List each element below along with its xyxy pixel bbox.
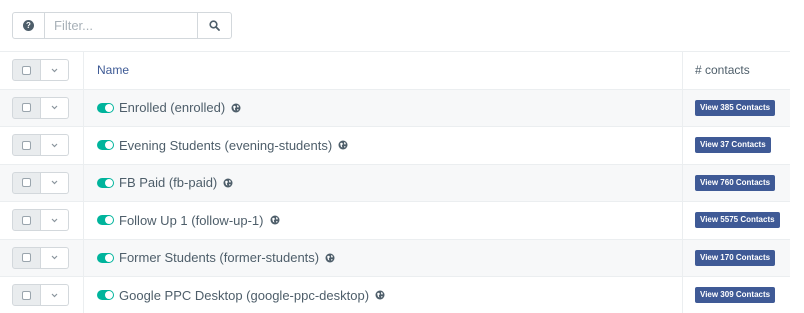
row-checkbox[interactable]: [12, 284, 41, 307]
filter-bar: ?: [12, 12, 232, 39]
table-row: FB Paid (fb-paid) View 760 Contacts: [0, 163, 790, 202]
row-action-group: [12, 171, 69, 194]
contacts-cell: View 170 Contacts: [682, 239, 790, 276]
contacts-cell: View 385 Contacts: [682, 89, 790, 126]
header-contacts-cell: # contacts: [682, 52, 790, 89]
row-actions-dropdown[interactable]: [41, 134, 69, 157]
segment-name-link[interactable]: Google PPC Desktop (google-ppc-desktop): [119, 288, 369, 303]
table-row: Google PPC Desktop (google-ppc-desktop) …: [0, 276, 790, 313]
row-actions-dropdown[interactable]: [41, 96, 69, 119]
table-row: Former Students (former-students) View 1…: [0, 238, 790, 277]
view-contacts-button[interactable]: View 5575 Contacts: [695, 212, 780, 229]
row-checkbox[interactable]: [12, 246, 41, 269]
row-select-cell: [0, 164, 84, 201]
chevron-down-icon: [51, 255, 58, 260]
toggle-on-icon[interactable]: [97, 177, 114, 188]
chevron-down-icon: [51, 143, 58, 148]
view-contacts-button[interactable]: View 170 Contacts: [695, 249, 776, 266]
contacts-cell: View 760 Contacts: [682, 164, 790, 201]
row-action-group: [12, 246, 69, 269]
segment-name-link[interactable]: Former Students (former-students): [119, 250, 319, 265]
filter-input[interactable]: [45, 12, 197, 39]
row-checkbox[interactable]: [12, 171, 41, 194]
toggle-on-icon[interactable]: [97, 102, 114, 113]
view-contacts-button[interactable]: View 385 Contacts: [695, 99, 776, 116]
row-select-cell: [0, 239, 84, 276]
checkbox-box: [22, 253, 31, 263]
globe-icon: [338, 140, 348, 150]
select-all-checkbox[interactable]: [12, 59, 41, 82]
checkbox-box: [22, 140, 31, 150]
row-select-cell: [0, 277, 84, 313]
row-checkbox[interactable]: [12, 134, 41, 157]
search-button[interactable]: [197, 12, 232, 39]
row-action-group: [12, 284, 69, 307]
segment-name-cell: Evening Students (evening-students): [84, 127, 682, 164]
view-contacts-button[interactable]: View 37 Contacts: [695, 137, 771, 154]
checkbox-box: [22, 290, 31, 300]
checkbox-box: [22, 178, 31, 188]
row-select-cell: [0, 127, 84, 164]
column-header-contacts: # contacts: [695, 63, 750, 78]
table-row: Evening Students (evening-students) View…: [0, 126, 790, 164]
table-row: Enrolled (enrolled) View 385 Contacts: [0, 88, 790, 127]
toggle-on-icon[interactable]: [97, 140, 114, 151]
row-actions-dropdown[interactable]: [41, 246, 69, 269]
globe-icon: [325, 253, 335, 263]
checkbox-box: [22, 65, 31, 75]
segment-name-link[interactable]: Enrolled (enrolled): [119, 100, 225, 115]
contacts-cell: View 309 Contacts: [682, 277, 790, 313]
view-contacts-button[interactable]: View 760 Contacts: [695, 174, 776, 191]
checkbox-box: [22, 103, 31, 113]
header-select-cell: [0, 52, 84, 89]
segment-name-cell: Enrolled (enrolled): [84, 90, 682, 127]
segment-name-cell: Former Students (former-students): [84, 240, 682, 277]
row-actions-dropdown[interactable]: [41, 209, 69, 232]
toggle-on-icon[interactable]: [97, 215, 114, 226]
row-select-cell: [0, 89, 84, 126]
row-checkbox[interactable]: [12, 96, 41, 119]
segment-name-cell: Follow Up 1 (follow-up-1): [84, 202, 682, 239]
globe-icon: [231, 103, 241, 113]
column-header-name[interactable]: Name: [97, 63, 129, 77]
contacts-cell: View 37 Contacts: [682, 127, 790, 164]
segment-name-link[interactable]: Follow Up 1 (follow-up-1): [119, 213, 264, 228]
globe-icon: [223, 178, 233, 188]
segment-name-link[interactable]: Evening Students (evening-students): [119, 138, 332, 153]
segment-name-cell: Google PPC Desktop (google-ppc-desktop): [84, 277, 682, 313]
segment-name-cell: FB Paid (fb-paid): [84, 165, 682, 202]
globe-icon: [270, 215, 280, 225]
help-button[interactable]: ?: [12, 12, 45, 39]
segment-name-link[interactable]: FB Paid (fb-paid): [119, 175, 217, 190]
row-checkbox[interactable]: [12, 209, 41, 232]
row-actions-dropdown[interactable]: [41, 284, 69, 307]
toggle-on-icon[interactable]: [97, 252, 114, 263]
chevron-down-icon: [51, 105, 58, 110]
header-name-cell: Name: [84, 52, 682, 89]
row-action-group: [12, 209, 69, 232]
search-icon: [209, 20, 220, 31]
chevron-down-icon: [51, 293, 58, 298]
row-actions-dropdown[interactable]: [41, 171, 69, 194]
view-contacts-button[interactable]: View 309 Contacts: [695, 287, 776, 304]
row-action-group: [12, 134, 69, 157]
bulk-actions-dropdown[interactable]: [41, 59, 69, 82]
globe-icon: [375, 290, 385, 300]
chevron-down-icon: [51, 68, 58, 73]
table-header-row: Name # contacts: [0, 51, 790, 89]
toggle-on-icon[interactable]: [97, 290, 114, 301]
contacts-cell: View 5575 Contacts: [682, 202, 790, 239]
row-select-cell: [0, 202, 84, 239]
question-circle-icon: ?: [23, 20, 34, 31]
table-row: Follow Up 1 (follow-up-1) View 5575 Cont…: [0, 201, 790, 239]
row-action-group: [12, 96, 69, 119]
chevron-down-icon: [51, 180, 58, 185]
checkbox-box: [22, 215, 31, 225]
bulk-select-group: [12, 59, 69, 82]
segments-table: Name # contacts Enrolled (enrolled) View…: [0, 51, 790, 313]
chevron-down-icon: [51, 218, 58, 223]
